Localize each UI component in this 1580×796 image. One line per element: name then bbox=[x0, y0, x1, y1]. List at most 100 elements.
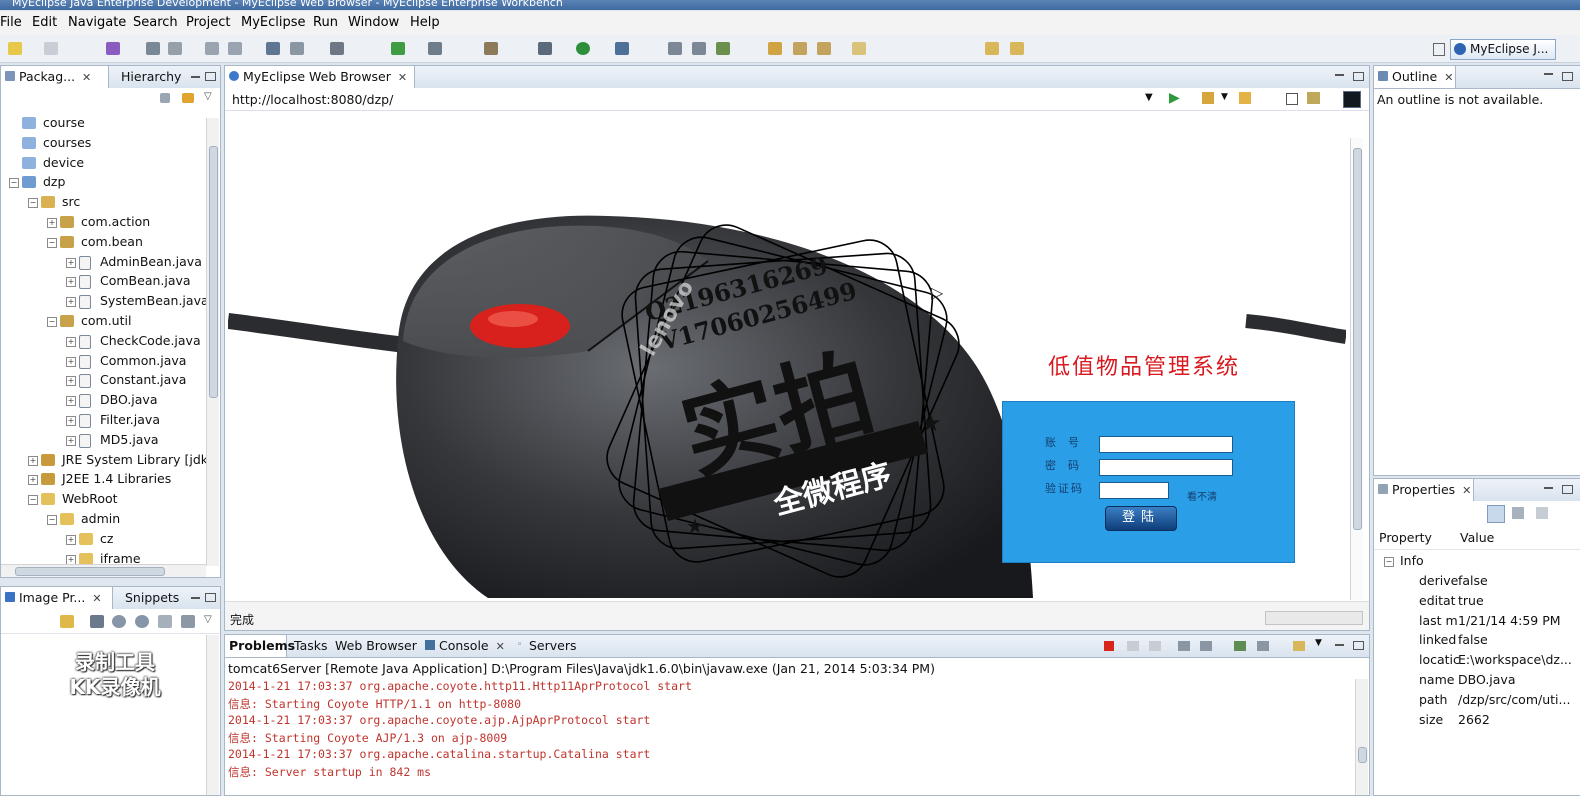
info-collapse-toggle[interactable]: − bbox=[1384, 557, 1394, 567]
new-icon[interactable] bbox=[8, 42, 22, 55]
tab-web-browser-view[interactable]: Web Browser bbox=[335, 638, 417, 653]
maximize-icon[interactable] bbox=[205, 72, 216, 81]
forward-icon[interactable] bbox=[1010, 42, 1024, 55]
maximize-icon[interactable] bbox=[1562, 485, 1573, 494]
property-value[interactable]: E:\workspace\dz... bbox=[1458, 652, 1572, 667]
login-button[interactable]: 登陆 bbox=[1105, 506, 1177, 531]
tree-item[interactable]: − WebRoot bbox=[1, 490, 206, 510]
back-icon[interactable] bbox=[985, 42, 999, 55]
stop-icon[interactable] bbox=[1286, 93, 1298, 105]
tool-icon[interactable] bbox=[266, 42, 280, 55]
maximize-icon[interactable] bbox=[205, 593, 216, 602]
remove-launch-icon[interactable] bbox=[1127, 641, 1139, 651]
property-value[interactable]: true bbox=[1458, 593, 1484, 608]
fit-icon[interactable] bbox=[90, 615, 104, 628]
menu-run[interactable]: Run bbox=[313, 15, 338, 30]
categories-icon[interactable] bbox=[1487, 505, 1505, 523]
task-icon[interactable] bbox=[817, 42, 831, 55]
tree-item[interactable]: courses bbox=[1, 134, 206, 154]
restore-default-icon[interactable] bbox=[1536, 507, 1548, 519]
maximize-icon[interactable] bbox=[1562, 72, 1573, 81]
image-preview-scrollbar[interactable] bbox=[206, 635, 219, 795]
advanced-icon[interactable] bbox=[1512, 507, 1524, 519]
browser-menu-icon[interactable] bbox=[1343, 91, 1361, 108]
collapse-toggle-icon[interactable]: − bbox=[47, 237, 57, 248]
collapse-toggle-icon[interactable]: − bbox=[9, 178, 19, 189]
run-icon[interactable] bbox=[576, 42, 590, 55]
display-console-icon[interactable] bbox=[1257, 641, 1269, 651]
scrollbar-thumb[interactable] bbox=[1358, 747, 1367, 763]
link-editor-icon[interactable] bbox=[182, 93, 194, 103]
console-dropdown-icon[interactable]: ▼ bbox=[1315, 638, 1322, 648]
search-icon[interactable] bbox=[768, 42, 782, 55]
collapse-toggle-icon[interactable]: − bbox=[47, 515, 57, 525]
expand-toggle-icon[interactable]: + bbox=[28, 475, 38, 486]
remove-all-icon[interactable] bbox=[1149, 641, 1161, 651]
menu-project[interactable]: Project bbox=[186, 15, 230, 30]
property-value[interactable]: false bbox=[1458, 573, 1488, 588]
next-annotation-icon[interactable] bbox=[852, 42, 866, 55]
collapse-all-icon[interactable] bbox=[160, 93, 170, 103]
minimize-icon[interactable] bbox=[191, 76, 200, 78]
property-value[interactable]: DBO.java bbox=[1458, 672, 1515, 687]
tree-item[interactable]: + DBO.java bbox=[1, 391, 206, 411]
expand-toggle-icon[interactable]: + bbox=[28, 455, 38, 466]
refresh-icon[interactable] bbox=[60, 615, 74, 628]
tree-item[interactable]: − src bbox=[1, 193, 206, 213]
tab-snippets[interactable]: Snippets bbox=[125, 590, 179, 605]
scrollbar-thumb[interactable] bbox=[209, 146, 218, 398]
tab-image-preview[interactable]: Image Pr... ✕ bbox=[1, 587, 113, 609]
close-icon[interactable]: ✕ bbox=[496, 640, 505, 653]
tree-item[interactable]: + CheckCode.java bbox=[1, 332, 206, 352]
open-type-icon[interactable] bbox=[668, 42, 682, 55]
tree-item[interactable]: + AdminBean.java bbox=[1, 253, 206, 273]
package-icon[interactable] bbox=[484, 42, 498, 55]
terminate-icon[interactable] bbox=[1104, 641, 1114, 651]
expand-toggle-icon[interactable]: + bbox=[66, 297, 76, 308]
annotation-icon[interactable] bbox=[793, 42, 807, 55]
collapse-toggle-icon[interactable]: − bbox=[28, 495, 38, 506]
url-dropdown-icon[interactable]: ▼ bbox=[1145, 92, 1153, 103]
hscroll-thumb[interactable] bbox=[15, 567, 165, 576]
tab-properties[interactable]: Properties ✕ bbox=[1374, 479, 1474, 501]
menu-search[interactable]: Search bbox=[133, 15, 178, 30]
tab-outline[interactable]: Outline ✕ bbox=[1374, 66, 1456, 88]
expand-toggle-icon[interactable]: + bbox=[66, 396, 76, 407]
tree-item[interactable]: + Common.java bbox=[1, 352, 206, 372]
zoom-in-icon[interactable] bbox=[135, 615, 149, 628]
browser-vertical-scrollbar[interactable] bbox=[1350, 138, 1363, 600]
tab-web-browser[interactable]: MyEclipse Web Browser ✕ bbox=[225, 66, 415, 88]
expand-toggle-icon[interactable]: + bbox=[66, 376, 76, 387]
open-perspective-icon[interactable] bbox=[1433, 43, 1445, 56]
expand-toggle-icon[interactable]: + bbox=[66, 336, 76, 347]
back-icon[interactable] bbox=[1239, 92, 1251, 104]
maximize-icon[interactable] bbox=[1353, 641, 1364, 650]
tab-console[interactable]: Console ✕ bbox=[425, 638, 505, 653]
view-menu-icon[interactable]: ▽ bbox=[204, 91, 212, 102]
expand-toggle-icon[interactable]: + bbox=[66, 356, 76, 367]
tree-item[interactable]: + MD5.java bbox=[1, 431, 206, 451]
close-icon[interactable]: ✕ bbox=[82, 71, 91, 84]
menu-edit[interactable]: Edit bbox=[32, 15, 57, 30]
wizard2-icon[interactable] bbox=[228, 42, 242, 55]
tree-vertical-scrollbar[interactable] bbox=[206, 118, 219, 566]
open-console-icon[interactable] bbox=[1293, 641, 1305, 651]
tree-item[interactable]: − com.bean bbox=[1, 233, 206, 253]
refresh-icon[interactable] bbox=[716, 42, 730, 55]
tree-item[interactable]: + cz bbox=[1, 530, 206, 550]
deploy-icon[interactable] bbox=[146, 42, 160, 55]
minimize-icon[interactable] bbox=[1335, 74, 1344, 76]
bookmark-dropdown-icon[interactable]: ▼ bbox=[1221, 92, 1228, 102]
captcha-refresh-link[interactable]: 看不清 bbox=[1187, 488, 1217, 503]
tree-item[interactable]: + Filter.java bbox=[1, 411, 206, 431]
menu-navigate[interactable]: Navigate bbox=[68, 15, 126, 30]
close-icon[interactable]: ✕ bbox=[1462, 484, 1471, 497]
refresh-icon[interactable] bbox=[1307, 92, 1320, 104]
actual-size-icon[interactable] bbox=[158, 615, 172, 628]
close-icon[interactable]: ✕ bbox=[398, 71, 407, 84]
tree-item[interactable]: + SystemBean.java bbox=[1, 292, 209, 312]
run-server-icon[interactable] bbox=[391, 42, 405, 55]
property-value[interactable]: /dzp/src/com/uti... bbox=[1458, 692, 1570, 707]
expand-toggle-icon[interactable]: + bbox=[47, 218, 57, 228]
console-scrollbar[interactable] bbox=[1355, 679, 1368, 795]
